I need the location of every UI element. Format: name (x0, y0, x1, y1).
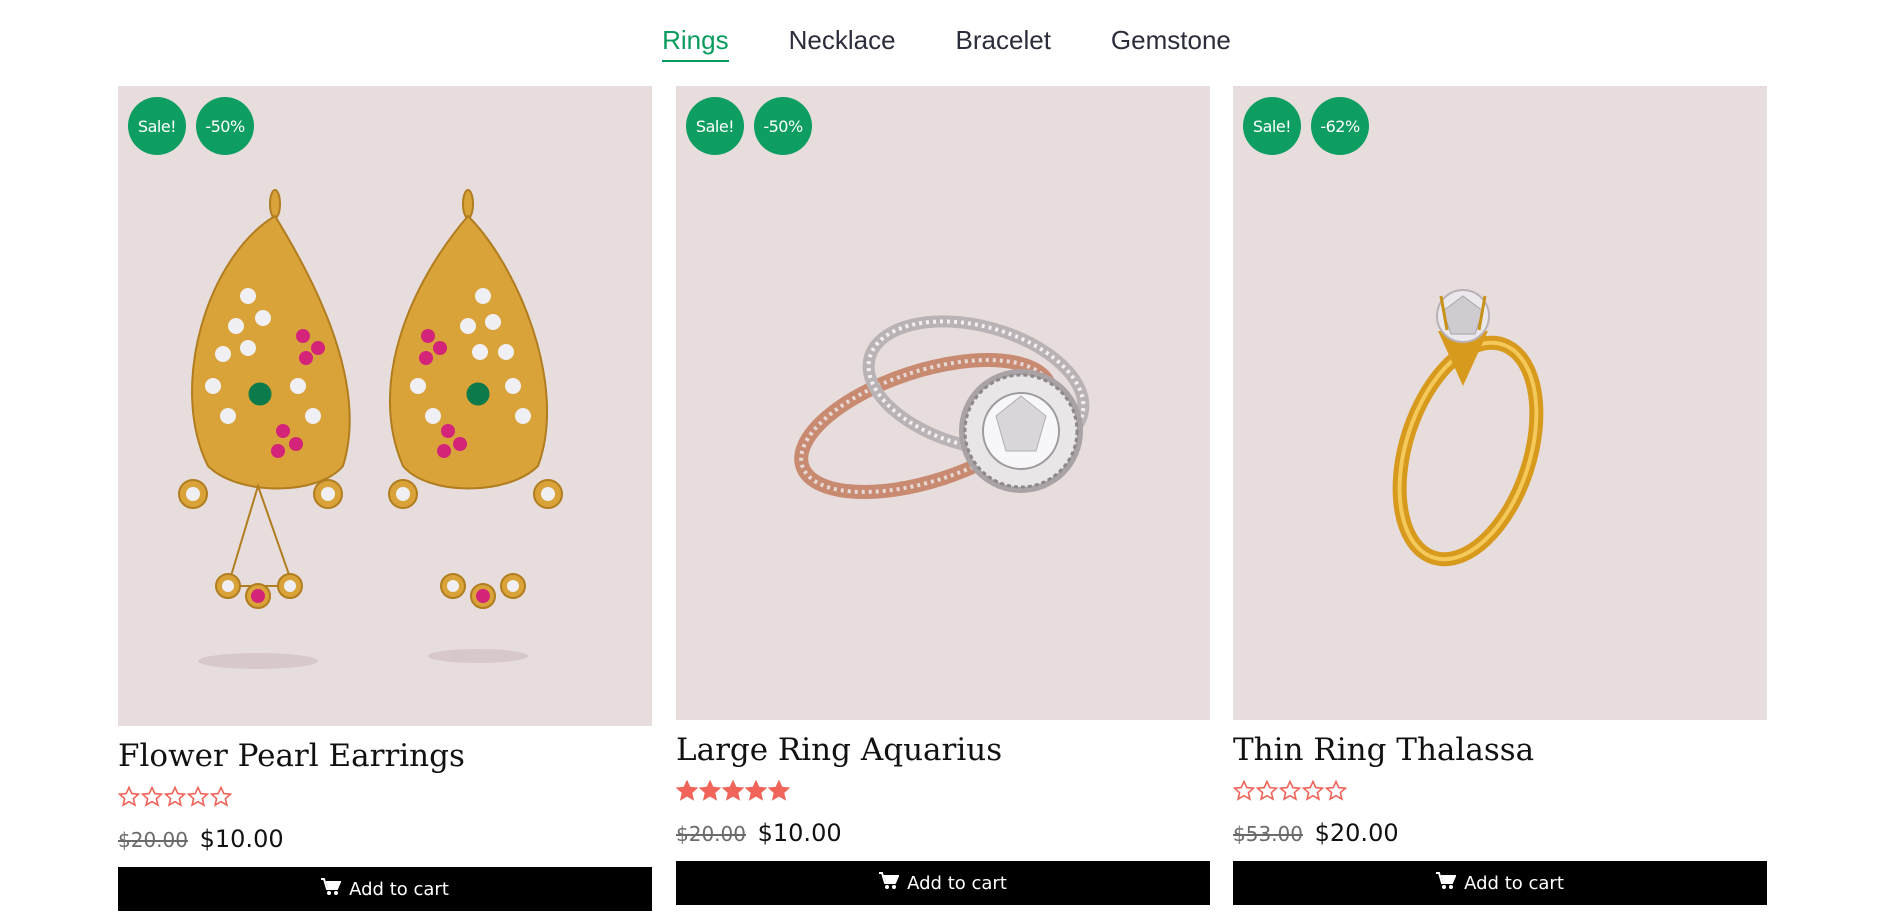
original-price: $20.00 (676, 822, 746, 846)
star-icon (118, 786, 140, 807)
star-rating (118, 786, 652, 812)
cart-icon (879, 871, 900, 895)
double-ring-image (794, 315, 1090, 499)
product-price: $53.00 $20.00 (1233, 818, 1767, 849)
sale-badge: Sale! (686, 97, 744, 155)
star-rating (1233, 780, 1767, 806)
star-icon (1256, 780, 1278, 801)
sale-badge: Sale! (1243, 97, 1301, 155)
star-icon (699, 780, 721, 801)
product-card: Sale! -62% Thin Ring Thalassa $53.00 $20… (1233, 86, 1767, 905)
product-title[interactable]: Flower Pearl Earrings (118, 736, 652, 776)
star-rating (676, 780, 1210, 806)
discount-badge: -50% (754, 97, 812, 155)
sale-badge: Sale! (128, 97, 186, 155)
product-price: $20.00 $10.00 (118, 824, 652, 855)
tab-bracelet[interactable]: Bracelet (956, 24, 1051, 62)
category-tabs: Rings Necklace Bracelet Gemstone (0, 24, 1893, 62)
add-to-cart-button[interactable]: Add to cart (118, 867, 652, 911)
product-image[interactable]: Sale! -62% (1233, 86, 1767, 720)
tab-necklace[interactable]: Necklace (789, 24, 896, 62)
earrings-image (178, 189, 563, 669)
star-icon (676, 780, 698, 801)
cart-icon (321, 877, 342, 901)
star-icon (745, 780, 767, 801)
add-to-cart-button[interactable]: Add to cart (1233, 861, 1767, 905)
star-icon (768, 780, 790, 801)
discount-badge: -50% (196, 97, 254, 155)
discount-badge: -62% (1311, 97, 1369, 155)
add-to-cart-label: Add to cart (349, 878, 449, 900)
product-title[interactable]: Large Ring Aquarius (676, 730, 1210, 770)
product-price: $20.00 $10.00 (676, 818, 1210, 849)
star-icon (1325, 780, 1347, 801)
product-card: Sale! -50% Large Ring Aquarius $20.00 $1… (676, 86, 1210, 905)
solitaire-ring-image (1392, 289, 1544, 567)
star-icon (141, 786, 163, 807)
product-title[interactable]: Thin Ring Thalassa (1233, 730, 1767, 770)
product-image[interactable]: Sale! -50% (118, 86, 652, 726)
original-price: $53.00 (1233, 822, 1303, 846)
star-icon (1302, 780, 1324, 801)
star-icon (1279, 780, 1301, 801)
product-image[interactable]: Sale! -50% (676, 86, 1210, 720)
add-to-cart-label: Add to cart (1464, 872, 1564, 894)
cart-icon (1436, 871, 1457, 895)
tab-gemstone[interactable]: Gemstone (1111, 24, 1231, 62)
product-card: Sale! -50% Flower Pearl Earrings $20.00 … (118, 86, 652, 911)
original-price: $20.00 (118, 828, 188, 852)
sale-price: $20.00 (1314, 819, 1399, 847)
star-icon (210, 786, 232, 807)
sale-price: $10.00 (757, 819, 842, 847)
tab-rings[interactable]: Rings (662, 24, 729, 62)
sale-price: $10.00 (199, 825, 284, 853)
add-to-cart-label: Add to cart (907, 872, 1007, 894)
star-icon (164, 786, 186, 807)
star-icon (722, 780, 744, 801)
add-to-cart-button[interactable]: Add to cart (676, 861, 1210, 905)
star-icon (187, 786, 209, 807)
star-icon (1233, 780, 1255, 801)
